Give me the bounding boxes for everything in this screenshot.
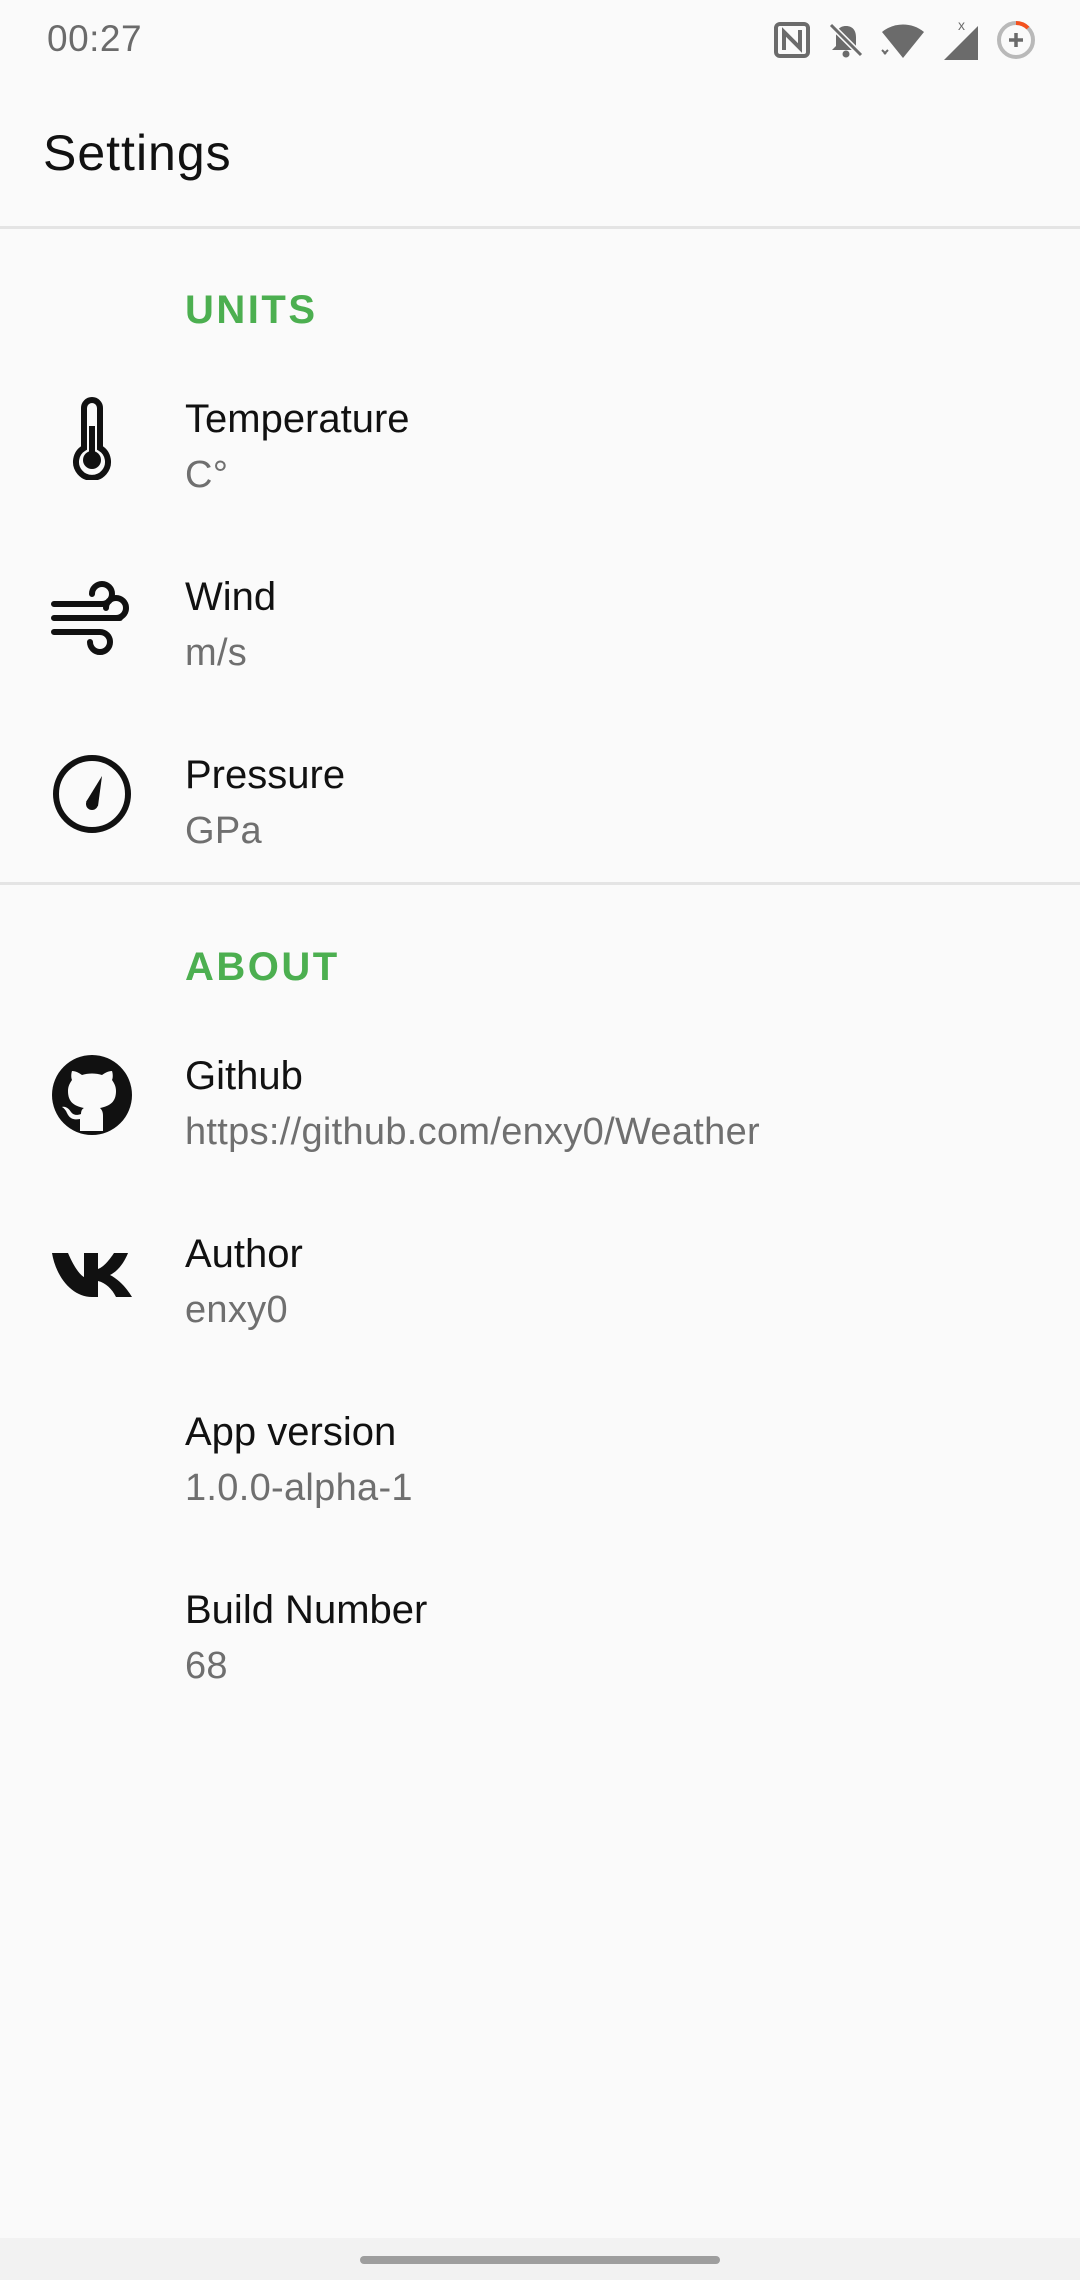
app-version-summary: 1.0.0-alpha-1 [185, 1467, 413, 1509]
author-summary: enxy0 [185, 1289, 288, 1331]
wind-preference[interactable]: Wind m/s [0, 525, 1080, 703]
app-bar: Settings [0, 80, 1080, 229]
author-title: Author [185, 1232, 303, 1276]
home-gesture-handle[interactable] [360, 2256, 720, 2264]
notifications-off-icon [826, 20, 866, 60]
page-title: Settings [43, 125, 232, 181]
status-bar: 00:27 x [0, 0, 1080, 80]
temperature-title: Temperature [185, 397, 410, 441]
wind-icon [50, 574, 134, 658]
github-icon [50, 1053, 134, 1137]
battery-saver-icon [994, 18, 1038, 62]
svg-text:x: x [958, 18, 965, 33]
app-version-title: App version [185, 1410, 397, 1454]
wind-summary: m/s [185, 632, 248, 674]
navigation-bar [0, 2238, 1080, 2280]
gauge-icon [50, 752, 134, 836]
status-time: 00:27 [47, 18, 143, 59]
app-version-preference[interactable]: App version 1.0.0-alpha-1 [0, 1360, 1080, 1538]
github-title: Github [185, 1054, 303, 1098]
github-summary: https://github.com/enxy0/Weather [185, 1111, 760, 1153]
vk-icon [50, 1231, 134, 1315]
units-section-header: UNITS [185, 288, 318, 332]
pressure-title: Pressure [185, 753, 346, 797]
about-section-header: ABOUT [185, 945, 340, 989]
pressure-summary: GPa [185, 810, 262, 852]
wifi-icon [880, 20, 926, 60]
thermometer-icon [50, 396, 134, 480]
signal-icon: x [940, 18, 980, 62]
build-number-summary: 68 [185, 1645, 228, 1687]
temperature-summary: C° [185, 454, 229, 496]
temperature-preference[interactable]: Temperature C° [0, 347, 1080, 525]
build-number-preference[interactable]: Build Number 68 [0, 1538, 1080, 1716]
status-icons: x [772, 14, 1038, 66]
github-preference[interactable]: Github https://github.com/enxy0/Weather [0, 1004, 1080, 1182]
author-preference[interactable]: Author enxy0 [0, 1182, 1080, 1360]
nfc-icon [772, 20, 812, 60]
wind-title: Wind [185, 575, 277, 619]
pressure-preference[interactable]: Pressure GPa [0, 703, 1080, 881]
build-number-title: Build Number [185, 1588, 428, 1632]
section-divider [0, 882, 1080, 885]
